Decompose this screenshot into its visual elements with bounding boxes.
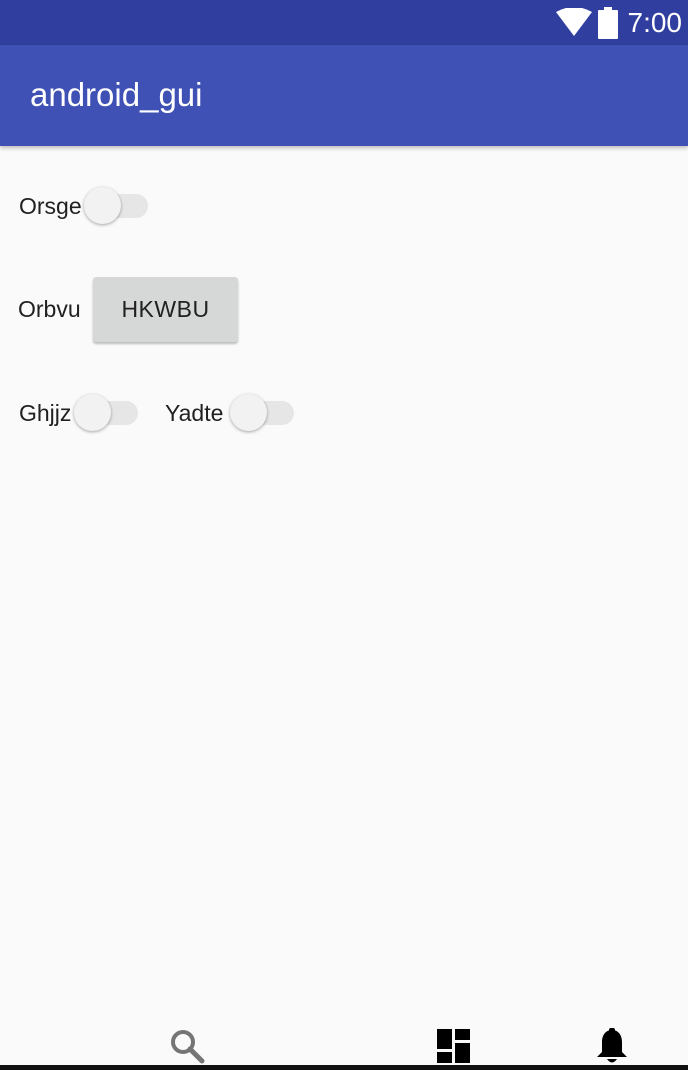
orbvu-label: Orbvu xyxy=(18,296,81,322)
orsge-label: Orsge xyxy=(19,193,82,219)
notifications-icon[interactable] xyxy=(592,1026,632,1066)
yadte-switch[interactable] xyxy=(230,393,300,433)
search-icon[interactable] xyxy=(167,1026,207,1066)
system-nav-bar xyxy=(0,1065,688,1070)
bottom-nav xyxy=(0,1018,688,1070)
ghjjz-switch-thumb xyxy=(74,394,111,431)
status-time: 7:00 xyxy=(627,6,683,38)
status-icons: 7:00 xyxy=(555,0,683,45)
ghjjz-switch[interactable] xyxy=(74,393,144,433)
battery-icon xyxy=(597,6,618,39)
wifi-icon xyxy=(555,7,592,36)
app-title: android_gui xyxy=(30,76,203,113)
ghjjz-label: Ghjjz xyxy=(19,400,72,426)
yadte-switch-thumb xyxy=(230,394,267,431)
app-bar: android_gui xyxy=(0,45,688,146)
orsge-switch-thumb xyxy=(84,187,121,224)
status-bar: 7:00 xyxy=(0,0,688,45)
yadte-label: Yadte xyxy=(165,400,224,426)
hkwbu-button[interactable]: HKWBU xyxy=(93,277,238,342)
dashboard-icon[interactable] xyxy=(434,1026,474,1066)
orsge-switch[interactable] xyxy=(84,186,154,226)
